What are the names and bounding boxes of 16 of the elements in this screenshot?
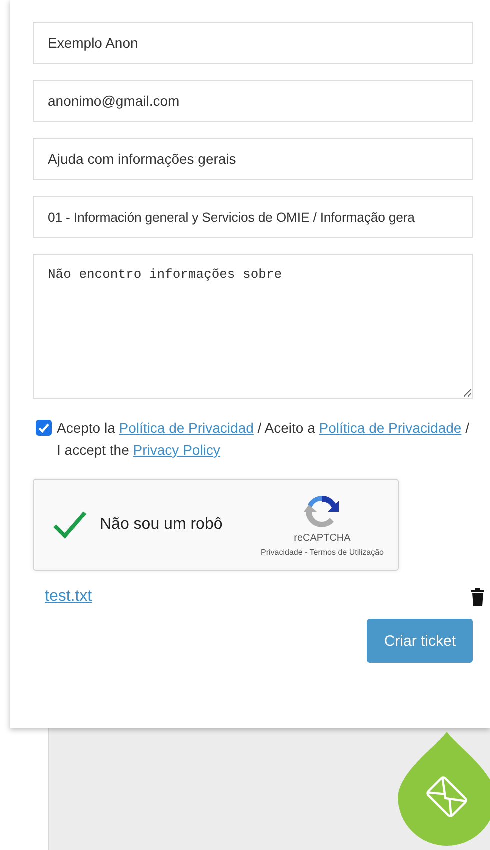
privacy-link[interactable]: Política de Privacidade	[319, 420, 462, 436]
captcha-label: Não sou um robô	[100, 516, 224, 534]
text-field[interactable]: Ajuda com informações gerais	[33, 138, 473, 180]
consent-checkbox[interactable]	[36, 420, 52, 436]
privacy-link[interactable]: Política de Privacidad	[119, 420, 254, 436]
category-select[interactable]: 01 - Información general y Servicios de OMIE / Informação gera	[33, 196, 473, 238]
checkmark-icon[interactable]	[52, 510, 88, 540]
recaptcha-label: reCAPTCHA	[294, 533, 351, 544]
attachment-link[interactable]: test.txt	[45, 588, 92, 606]
text-field[interactable]: anonimo@gmail.com	[33, 80, 473, 122]
text-field[interactable]: Exemplo Anon	[33, 22, 473, 64]
captcha-footer-links[interactable]: Privacidade - Termos de Utilização	[260, 548, 384, 557]
privacy-link[interactable]: Privacy Policy	[133, 442, 220, 458]
message-field[interactable]: Não encontro informações sobre	[33, 254, 473, 399]
consent-text: Acepto la Política de Privacidad / Aceito a Política de Privacidade / I accept the Privacy Policy	[57, 419, 470, 460]
trash-icon[interactable]	[471, 587, 485, 607]
